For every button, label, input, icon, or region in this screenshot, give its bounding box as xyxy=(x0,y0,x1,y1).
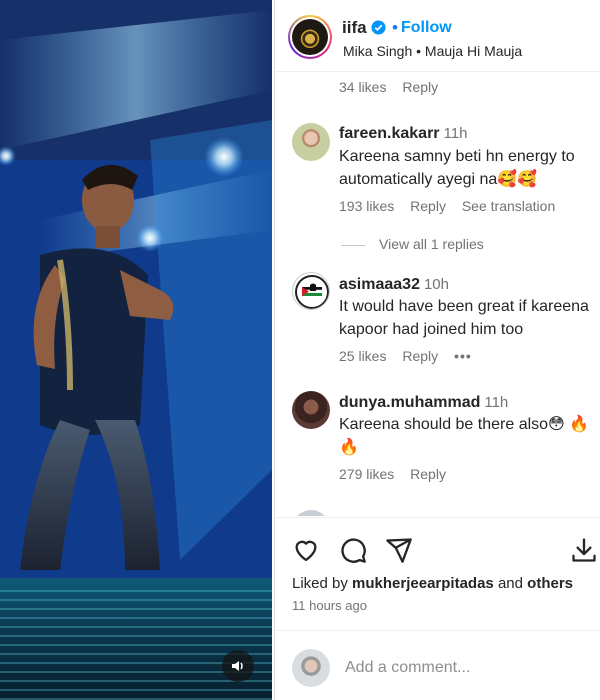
comment-header: asimaaa32 10h xyxy=(339,276,449,294)
comment-meta: 193 likes Reply See translation xyxy=(339,198,567,214)
add-comment-input[interactable] xyxy=(345,657,575,679)
comments-list[interactable]: 34 likes Reply fareen.kakarr 11h Kareena … xyxy=(275,73,600,516)
author-username[interactable]: iifa xyxy=(342,18,367,38)
commenter-username[interactable]: fareen.kakarr xyxy=(339,125,440,142)
liked-by-text: Liked by mukherjeearpitadas and others xyxy=(292,575,573,592)
like-count[interactable]: 25 likes xyxy=(339,348,386,364)
audio-track-link[interactable]: Mika Singh • Mauja Hi Mauja xyxy=(343,43,522,59)
like-count[interactable]: 279 likes xyxy=(339,466,394,482)
reply-button[interactable]: Reply xyxy=(402,348,438,364)
add-comment-bar xyxy=(275,630,600,700)
reply-button[interactable]: Reply xyxy=(402,79,438,95)
view-replies-label: View all 1 replies xyxy=(379,236,484,252)
view-replies-button[interactable]: View all 1 replies xyxy=(341,236,484,252)
commenter-username[interactable]: dunya.muhammad xyxy=(339,394,480,411)
comment-text: Kareena samny beti hn energy to automati… xyxy=(339,145,589,191)
liked-by-and: and xyxy=(493,575,528,592)
post-actions: Liked by mukherjeearpitadas and others 1… xyxy=(275,517,600,629)
comment-text-line: It would have been great if kareena xyxy=(339,298,589,315)
comment-text: It would have been great if kareena kapo… xyxy=(339,295,597,341)
post-panel: iifa • Follow Mika Singh • Mauja Hi Mauj… xyxy=(274,0,600,700)
download-icon[interactable] xyxy=(570,536,598,564)
comment-icon[interactable] xyxy=(339,536,367,564)
comment-meta: 34 likes Reply xyxy=(339,79,450,95)
liked-by-user-link[interactable]: mukherjeearpitadas xyxy=(352,575,494,592)
comment-meta: 279 likes Reply xyxy=(339,466,458,482)
video-frame xyxy=(0,0,272,580)
sound-toggle-button[interactable] xyxy=(222,650,254,682)
speaker-icon xyxy=(232,661,243,671)
see-translation-link[interactable]: See translation xyxy=(462,198,555,214)
comment-time: 11h xyxy=(443,125,468,142)
share-icon[interactable] xyxy=(385,536,413,564)
commenter-avatar[interactable] xyxy=(292,123,330,161)
replies-divider xyxy=(341,244,365,246)
comment-text-line: Kareena should be there also😳 🔥 xyxy=(339,416,590,433)
comment-text-line: Kareena samny beti hn energy to xyxy=(339,148,575,165)
follow-button[interactable]: Follow xyxy=(401,19,452,37)
comment-text-line: automatically ayegi na🥰🥰 xyxy=(339,171,538,188)
comment-time: 10h xyxy=(423,276,449,293)
video-player[interactable] xyxy=(0,0,272,700)
comment-text-line: kapoor had joined him too xyxy=(339,321,524,338)
reply-button[interactable]: Reply xyxy=(410,466,446,482)
commenter-avatar[interactable] xyxy=(292,391,330,429)
like-count[interactable]: 193 likes xyxy=(339,198,394,214)
comment-meta: 25 likes Reply ••• xyxy=(339,348,484,364)
verified-badge-icon xyxy=(371,20,386,35)
liked-by-others-link[interactable]: others xyxy=(527,575,573,592)
comment-header: fareen.kakarr 11h xyxy=(339,125,467,143)
header-separator: • xyxy=(392,18,398,37)
liked-by-prefix: Liked by xyxy=(292,575,353,592)
comment-text: Kareena should be there also😳 🔥 🔥 xyxy=(339,413,597,459)
commenter-username[interactable]: asimaaa32 xyxy=(339,276,420,293)
heart-icon[interactable] xyxy=(292,536,320,564)
stage-floor-lights xyxy=(0,590,272,700)
comment-time: 11h xyxy=(484,394,509,411)
author-avatar[interactable] xyxy=(288,15,332,59)
more-options-button[interactable]: ••• xyxy=(454,348,472,364)
like-count[interactable]: 34 likes xyxy=(339,79,386,95)
group-logo-icon xyxy=(295,275,329,309)
commenter-avatar[interactable] xyxy=(292,510,330,516)
comment-header: dunya.muhammad 11h xyxy=(339,394,508,412)
reply-button[interactable]: Reply xyxy=(410,198,446,214)
commenter-avatar[interactable] xyxy=(292,272,330,310)
post-timestamp[interactable]: 11 hours ago xyxy=(292,598,367,613)
current-user-avatar xyxy=(292,649,330,687)
post-header: iifa • Follow Mika Singh • Mauja Hi Mauj… xyxy=(275,0,600,72)
comment-text-line: 🔥 xyxy=(339,439,359,456)
